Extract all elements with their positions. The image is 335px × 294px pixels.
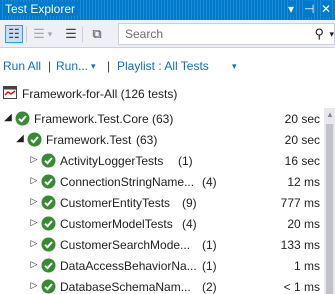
tree-row-duration: 12 ms (287, 175, 320, 189)
run-bar-separator: | (107, 59, 111, 73)
close-icon[interactable]: ✕ (321, 1, 332, 17)
tree-row-duration: 777 ms (280, 196, 320, 210)
collapsed-arrow-icon[interactable]: ▷ (29, 196, 39, 207)
tree-row-duration: 20 sec (284, 133, 320, 147)
toolbar-separator (26, 26, 27, 42)
run-bar-separator: | (48, 59, 52, 73)
toolbar-separator (82, 26, 83, 42)
tree-row-duration: 1 ms (293, 259, 320, 273)
tree-row-name: CustomerModelTests (60, 217, 173, 231)
collapse-all-icon[interactable]: ☰ (62, 25, 80, 43)
playlist-link[interactable]: Playlist : All Tests (117, 59, 209, 73)
collapsed-arrow-icon[interactable]: ▷ (29, 175, 39, 186)
test-summary: Framework-for-All (126 tests) (0, 83, 335, 103)
tree-row-count: (63) (136, 133, 158, 147)
tree-row-name: DataAccessBehaviorNa... (60, 259, 197, 273)
tree-row-count: (4) (182, 217, 197, 231)
test-summary-label: Framework-for-All (126 tests) (22, 87, 178, 101)
collapsed-arrow-icon[interactable]: ▷ (29, 280, 39, 291)
tree-row-duration: 20 ms (287, 217, 320, 231)
tree-row-name: Framework.Test.Core (34, 112, 149, 126)
tree-row[interactable]: ▷ CustomerModelTests (4) 20 ms (0, 213, 324, 234)
tree-row-duration: 20 sec (284, 112, 320, 126)
tree-row[interactable]: ◢ Framework.Test (63) 20 sec (0, 129, 324, 150)
search-box[interactable]: ⚲ ▾ (118, 23, 335, 45)
passed-icon (41, 216, 56, 231)
run-menu-link[interactable]: Run... (56, 59, 88, 73)
tree-row-count: (9) (182, 196, 197, 210)
tree-row-name: Framework.Test (46, 133, 132, 147)
group-by-icon[interactable]: ☷ (5, 25, 23, 43)
window-title: Test Explorer (5, 2, 80, 16)
test-tree: ◢ Framework.Test.Core (63) 20 sec ◢ Fram… (0, 108, 324, 294)
new-window-icon[interactable]: ⧉ (88, 25, 106, 43)
tree-row-name: CustomerSearchMode... (60, 238, 191, 252)
pin-icon[interactable]: ⊣ (304, 1, 315, 17)
run-all-link[interactable]: Run All (3, 59, 41, 73)
passed-icon (41, 153, 56, 168)
tree-row[interactable]: ▷ CustomerEntityTests (9) 777 ms (0, 192, 324, 213)
expanded-arrow-icon[interactable]: ◢ (3, 112, 13, 123)
vertical-scrollbar[interactable]: ▲ (324, 108, 335, 294)
passed-icon (15, 111, 30, 126)
run-bar: Run All | Run... ▾ | Playlist : All Test… (0, 56, 335, 76)
passed-icon (41, 237, 56, 252)
window-menu-dropdown-icon[interactable]: ▾ (288, 1, 295, 17)
test-suite-icon (3, 86, 17, 99)
playlist-dropdown-icon[interactable]: ▾ (232, 61, 237, 72)
tree-row-name: ActivityLoggerTests (60, 154, 164, 168)
tree-row-duration: 133 ms (280, 238, 320, 252)
tree-row[interactable]: ◢ Framework.Test.Core (63) 20 sec (0, 108, 324, 129)
passed-icon (41, 174, 56, 189)
tree-row-name: CustomerEntityTests (60, 196, 171, 210)
passed-icon (41, 279, 56, 294)
tree-row[interactable]: ▷ ActivityLoggerTests (1) 16 sec (0, 150, 324, 171)
collapsed-arrow-icon[interactable]: ▷ (29, 259, 39, 270)
tree-row-name: ConnectionStringName... (60, 175, 195, 189)
passed-icon (27, 132, 42, 147)
tree-row-duration: 16 sec (284, 154, 320, 168)
tree-row[interactable]: ▷ DataAccessBehaviorNa... (1) 1 ms (0, 255, 324, 276)
run-dropdown-icon[interactable]: ▾ (91, 61, 96, 72)
search-dropdown-icon[interactable]: ▾ (329, 29, 334, 40)
scroll-up-arrow-icon[interactable]: ▲ (326, 110, 334, 119)
scrollbar-thumb[interactable] (326, 124, 333, 294)
passed-icon (41, 195, 56, 210)
collapsed-arrow-icon[interactable]: ▷ (29, 154, 39, 165)
tree-row[interactable]: ▷ DatabaseSchemaNam... (2) < 1 ms (0, 276, 324, 294)
tree-row[interactable]: ▷ ConnectionStringName... (4) 12 ms (0, 171, 324, 192)
tree-row-name: DatabaseSchemaNam... (60, 280, 191, 294)
tree-row[interactable]: ▷ CustomerSearchMode... (1) 133 ms (0, 234, 324, 255)
title-bar: Test Explorer ▾ ⊣ ✕ (0, 0, 335, 20)
tree-row-count: (63) (152, 112, 174, 126)
tree-row-count: (2) (202, 280, 217, 294)
passed-icon (41, 258, 56, 273)
tree-row-count: (4) (202, 175, 217, 189)
tree-row-count: (1) (202, 238, 217, 252)
tree-row-count: (1) (178, 154, 193, 168)
toolbar: ☷ ☰ ▾ ☰ ⧉ ⚲ ▾ (0, 20, 335, 48)
tree-row-count: (1) (202, 259, 217, 273)
search-icon[interactable]: ⚲ (314, 26, 324, 42)
expanded-arrow-icon[interactable]: ◢ (15, 133, 25, 144)
collapsed-arrow-icon[interactable]: ▷ (29, 217, 39, 228)
tree-row-duration: < 1 ms (283, 280, 320, 294)
search-input[interactable] (125, 26, 305, 42)
group-by-dropdown-icon[interactable]: ▾ (46, 25, 54, 43)
collapsed-arrow-icon[interactable]: ▷ (29, 238, 39, 249)
